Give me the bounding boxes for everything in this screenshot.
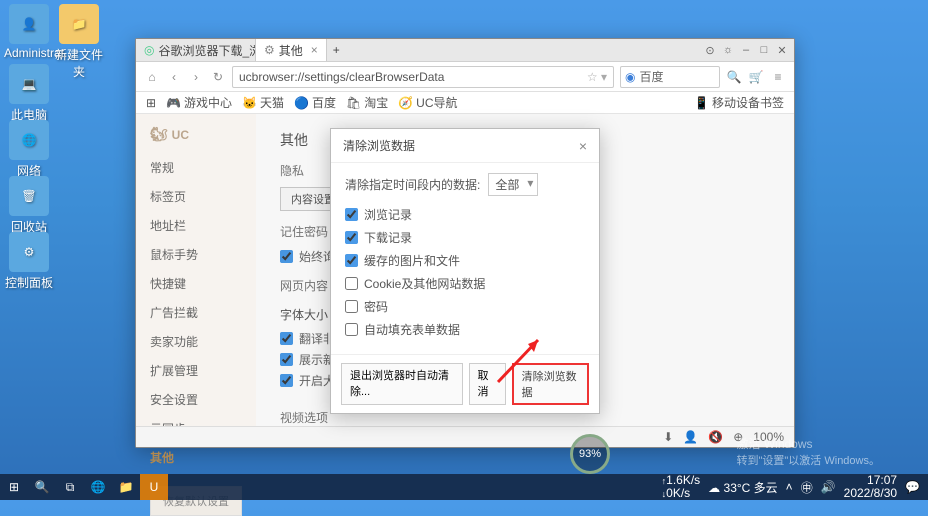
back-icon[interactable]: ‹: [166, 69, 182, 85]
desktop-icon-control[interactable]: ⚙控制面板: [4, 232, 54, 291]
menu-icon[interactable]: ≡: [770, 69, 786, 85]
win-max[interactable]: □: [756, 42, 772, 58]
cart-icon[interactable]: 🛒: [748, 69, 764, 85]
status-icon-1[interactable]: ⬇: [663, 430, 673, 444]
tray-notif-icon[interactable]: 💬: [905, 480, 920, 494]
bm-mobile[interactable]: 📱 移动设备书签: [694, 94, 784, 111]
win-min[interactable]: –: [738, 42, 754, 58]
windows-watermark: 激活 Windows 转到"设置"以激活 Windows。: [737, 435, 881, 468]
url-input[interactable]: ucbrowser://settings/clearBrowserData☆ ▾: [232, 66, 614, 88]
bm-1[interactable]: 🐱 天猫: [242, 94, 284, 111]
taskbar-clock[interactable]: 17:07 2022/8/30: [844, 474, 897, 500]
bm-4[interactable]: 🧭 UC导航: [398, 94, 457, 111]
ask-password-checkbox[interactable]: [280, 250, 293, 263]
tb-search[interactable]: 🔍: [28, 474, 56, 500]
new-tab-button[interactable]: +: [327, 39, 346, 61]
sb-general[interactable]: 常规: [136, 153, 256, 182]
sb-gesture[interactable]: 鼠标手势: [136, 240, 256, 269]
sb-extension[interactable]: 扩展管理: [136, 356, 256, 385]
tab-0[interactable]: ◎谷歌浏览器下载_浏览器官网...×: [136, 39, 256, 61]
annotation-arrow: [490, 330, 550, 390]
sb-address[interactable]: 地址栏: [136, 211, 256, 240]
desktop-icon-network[interactable]: 🌐网络: [4, 120, 54, 179]
tray-sound-icon[interactable]: 🔊: [821, 480, 836, 494]
opt-autofill[interactable]: [345, 323, 358, 336]
start-button[interactable]: ⊞: [0, 474, 28, 500]
bm-3[interactable]: 🛍 淘宝: [346, 94, 388, 111]
search-icon[interactable]: 🔍: [726, 69, 742, 85]
bm-apps[interactable]: ⊞: [146, 96, 156, 110]
win-ext1[interactable]: ⊙: [702, 42, 718, 58]
opt-download-history[interactable]: [345, 231, 358, 244]
desktop-icon-pc[interactable]: 💻此电脑: [4, 64, 54, 123]
bm-0[interactable]: 🎮 游戏中心: [166, 94, 232, 111]
reload-icon[interactable]: ↻: [210, 69, 226, 85]
home-icon[interactable]: ⌂: [144, 69, 160, 85]
tray-ime-icon[interactable]: ㊥: [801, 479, 813, 496]
range-label: 清除指定时间段内的数据:: [345, 176, 480, 193]
desktop-icon-admin[interactable]: 👤Administrat...: [4, 4, 54, 60]
status-icon-2[interactable]: 👤: [683, 430, 698, 444]
perf-meter[interactable]: 93%: [570, 434, 610, 474]
status-bar: ⬇ 👤 🔇 ⊕ 100%: [136, 426, 794, 447]
modal-title: 清除浏览数据: [343, 137, 415, 154]
font-size-label: 字体大小: [280, 306, 328, 323]
tab-1[interactable]: ⚙其他×: [256, 39, 327, 61]
tab-bar: ◎谷歌浏览器下载_浏览器官网...× ⚙其他× + ⊙ ☼ – □ ✕: [136, 39, 794, 62]
opt-cookies[interactable]: [345, 277, 358, 290]
sb-security[interactable]: 安全设置: [136, 385, 256, 414]
sb-seller[interactable]: 卖家功能: [136, 327, 256, 356]
address-bar: ⌂ ‹ › ↻ ucbrowser://settings/clearBrowse…: [136, 62, 794, 92]
status-icon-3[interactable]: 🔇: [708, 430, 723, 444]
search-box[interactable]: ◉百度: [620, 66, 720, 88]
desktop-icon-recycle[interactable]: 🗑回收站: [4, 176, 54, 235]
bookmark-bar: ⊞ 🎮 游戏中心 🐱 天猫 🔵 百度 🛍 淘宝 🧭 UC导航 📱 移动设备书签: [136, 92, 794, 114]
sb-other[interactable]: 其他: [136, 443, 256, 472]
bm-2[interactable]: 🔵 百度: [294, 94, 336, 111]
translate-checkbox[interactable]: [280, 332, 293, 345]
sidebar: 🐿 UC 常规 标签页 地址栏 鼠标手势 快捷键 广告拦截 卖家功能 扩展管理 …: [136, 114, 256, 447]
clear-data-modal: 清除浏览数据 × 清除指定时间段内的数据: 全部 浏览记录 下载记录 缓存的图片…: [330, 128, 600, 414]
bigimage-checkbox[interactable]: [280, 374, 293, 387]
weather[interactable]: ☁ 33°C 多云: [708, 479, 778, 496]
news-checkbox[interactable]: [280, 353, 293, 366]
tb-explorer[interactable]: 📁: [112, 474, 140, 500]
sb-adblock[interactable]: 广告拦截: [136, 298, 256, 327]
auto-clear-button[interactable]: 退出浏览器时自动清除...: [341, 363, 463, 405]
tb-taskview[interactable]: ⧉: [56, 474, 84, 500]
forward-icon[interactable]: ›: [188, 69, 204, 85]
taskbar: ⊞ 🔍 ⧉ 🌐 📁 U ↑1.6K/s↓0K/s ☁ 33°C 多云 ˄ ㊥ 🔊…: [0, 474, 928, 500]
tab-close-1[interactable]: ×: [311, 43, 318, 57]
opt-browse-history[interactable]: [345, 208, 358, 221]
tb-edge[interactable]: 🌐: [84, 474, 112, 500]
win-close[interactable]: ✕: [774, 42, 790, 58]
sidebar-logo: 🐿 UC: [136, 126, 256, 153]
net-meter: ↑1.6K/s↓0K/s: [662, 474, 701, 500]
modal-close-icon[interactable]: ×: [579, 138, 587, 154]
desktop-icon-folder[interactable]: 📁新建文件夹: [54, 4, 104, 80]
sb-shortcut[interactable]: 快捷键: [136, 269, 256, 298]
tb-uc[interactable]: U: [140, 474, 168, 500]
sb-tabs[interactable]: 标签页: [136, 182, 256, 211]
opt-passwords[interactable]: [345, 300, 358, 313]
tray-up-icon[interactable]: ˄: [786, 480, 793, 494]
opt-cache[interactable]: [345, 254, 358, 267]
range-select[interactable]: 全部: [488, 173, 538, 196]
win-ext2[interactable]: ☼: [720, 42, 736, 58]
